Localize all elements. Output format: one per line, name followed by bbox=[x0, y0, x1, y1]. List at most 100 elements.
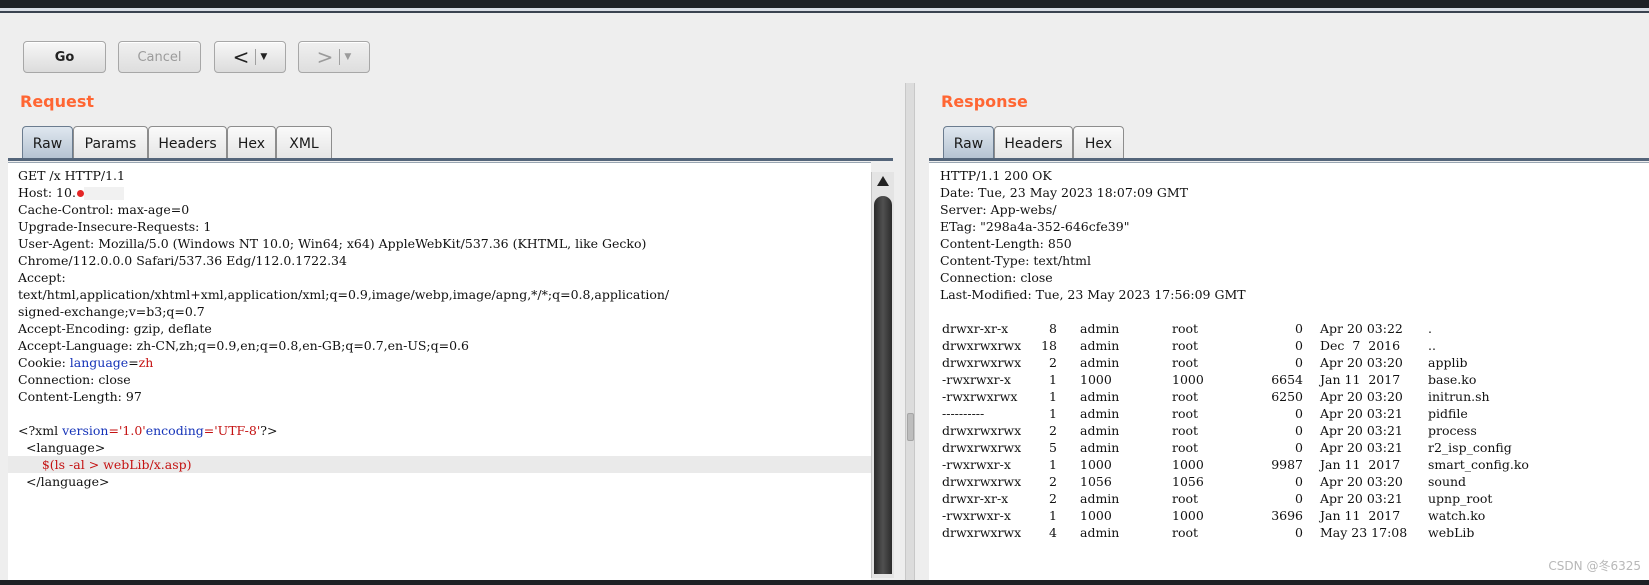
listing-owner: admin bbox=[1080, 440, 1120, 455]
listing-group: root bbox=[1172, 491, 1199, 506]
tab-hex[interactable]: Hex bbox=[1073, 126, 1124, 160]
request-line: Accept-Encoding: gzip, deflate bbox=[18, 321, 212, 336]
listing-size: 6654 bbox=[1271, 372, 1303, 387]
response-title: Response bbox=[941, 92, 1028, 111]
listing-perm: -rwxrwxr-x bbox=[942, 372, 1011, 387]
tab-raw[interactable]: Raw bbox=[943, 126, 994, 160]
redacted-region bbox=[83, 187, 124, 200]
request-title: Request bbox=[20, 92, 95, 111]
dropdown-arrow-icon[interactable]: ▼ bbox=[260, 52, 267, 62]
response-header-line: Content-Length: 850 bbox=[940, 236, 1072, 251]
forward-button[interactable]: > ▼ bbox=[298, 41, 370, 73]
listing-perm: -rwxrwxrwx bbox=[942, 389, 1018, 404]
listing-row: drwxr-xr-x 2 admin root 0 Apr 20 03:21 upnp_ro… bbox=[940, 490, 1640, 507]
listing-size: 0 bbox=[1295, 474, 1303, 489]
tab-params[interactable]: Params bbox=[73, 126, 148, 160]
listing-owner: admin bbox=[1080, 423, 1120, 438]
listing-links: 2 bbox=[1049, 423, 1057, 438]
listing-date: May 23 17:08 bbox=[1320, 525, 1408, 540]
listing-size: 6250 bbox=[1271, 389, 1303, 404]
listing-perm: -rwxrwxr-x bbox=[942, 508, 1011, 523]
request-line: signed-exchange;v=b3;q=0.7 bbox=[18, 304, 205, 319]
listing-name: watch.ko bbox=[1428, 508, 1486, 523]
tab-hex[interactable]: Hex bbox=[227, 126, 276, 160]
listing-links: 2 bbox=[1049, 491, 1057, 506]
tab-xml[interactable]: XML bbox=[276, 126, 332, 160]
listing-links: 8 bbox=[1049, 321, 1057, 336]
response-header-line: Connection: close bbox=[940, 270, 1053, 285]
listing-group: root bbox=[1172, 440, 1199, 455]
listing-name: .. bbox=[1428, 338, 1436, 353]
listing-owner: admin bbox=[1080, 355, 1120, 370]
request-line: Host: 10. bbox=[18, 184, 124, 201]
listing-size: 9987 bbox=[1271, 457, 1303, 472]
listing-owner: 1000 bbox=[1080, 457, 1112, 472]
response-header-line: Server: App-webs/ bbox=[940, 202, 1057, 217]
listing-name: pidfile bbox=[1428, 406, 1468, 421]
listing-group: 1000 bbox=[1172, 372, 1204, 387]
tab-raw[interactable]: Raw bbox=[22, 126, 73, 160]
listing-size: 0 bbox=[1295, 525, 1303, 540]
listing-links: 2 bbox=[1049, 355, 1057, 370]
listing-group: root bbox=[1172, 389, 1199, 404]
listing-date: Apr 20 03:20 bbox=[1320, 474, 1403, 489]
listing-owner: 1000 bbox=[1080, 508, 1112, 523]
listing-date: Apr 20 03:21 bbox=[1320, 423, 1403, 438]
cookie-label: Cookie: bbox=[18, 355, 66, 370]
xml-val-encoding: ='UTF-8' bbox=[203, 423, 261, 438]
listing-size: 0 bbox=[1295, 338, 1303, 353]
tab-headers[interactable]: Headers bbox=[148, 126, 227, 160]
go-button[interactable]: Go bbox=[23, 41, 106, 73]
payload-line: $(ls -al > webLib/x.asp) bbox=[8, 456, 871, 473]
response-editor[interactable]: HTTP/1.1 200 OK Date: Tue, 23 May 2023 1… bbox=[929, 162, 1649, 580]
xml-declaration: <?xml version='1.0'encoding='UTF-8'?> bbox=[18, 422, 277, 439]
tab-baseline bbox=[929, 158, 1649, 161]
cancel-button[interactable]: Cancel bbox=[118, 41, 201, 73]
listing-links: 1 bbox=[1049, 508, 1057, 523]
listing-perm: -rwxrwxr-x bbox=[942, 457, 1011, 472]
button-separator bbox=[339, 49, 341, 65]
listing-row: drwxrwxrwx 5 admin root 0 Apr 20 03:21 r2_isp_… bbox=[940, 439, 1640, 456]
listing-perm: drwxrwxrwx bbox=[942, 525, 1022, 540]
response-header-line: ETag: "298a4a-352-646cfe39" bbox=[940, 219, 1130, 234]
listing-owner: 1000 bbox=[1080, 372, 1112, 387]
dropdown-arrow-icon[interactable]: ▼ bbox=[344, 52, 351, 62]
request-line: Chrome/112.0.0.0 Safari/537.36 Edg/112.0… bbox=[18, 253, 347, 268]
request-line: Accept-Language: zh-CN,zh;q=0.9,en;q=0.8… bbox=[18, 338, 469, 353]
listing-links: 2 bbox=[1049, 474, 1057, 489]
request-line: Accept: bbox=[18, 270, 66, 285]
listing-size: 0 bbox=[1295, 406, 1303, 421]
request-line: text/html,application/xhtml+xml,applicat… bbox=[18, 287, 670, 302]
listing-row: drwxrwxrwx 4 admin root 0 May 23 17:08 webLib bbox=[940, 524, 1640, 541]
listing-group: root bbox=[1172, 406, 1199, 421]
request-scrollbar[interactable] bbox=[871, 172, 894, 578]
listing-owner: 1056 bbox=[1080, 474, 1112, 489]
listing-group: root bbox=[1172, 423, 1199, 438]
response-header-line: Last-Modified: Tue, 23 May 2023 17:56:09… bbox=[940, 287, 1246, 302]
xml-close-tag: </language> bbox=[18, 474, 110, 489]
listing-date: Apr 20 03:21 bbox=[1320, 491, 1403, 506]
request-editor[interactable]: GET /x HTTP/1.1 Host: 10. Cache-Control:… bbox=[8, 162, 871, 580]
listing-size: 0 bbox=[1295, 491, 1303, 506]
listing-group: root bbox=[1172, 525, 1199, 540]
listing-size: 0 bbox=[1295, 440, 1303, 455]
tab-headers[interactable]: Headers bbox=[994, 126, 1073, 160]
pane-splitter[interactable] bbox=[905, 83, 915, 580]
listing-perm: drwxr-xr-x bbox=[942, 491, 1009, 506]
listing-owner: admin bbox=[1080, 338, 1120, 353]
tab-baseline bbox=[8, 158, 893, 161]
scroll-thumb[interactable] bbox=[874, 196, 892, 574]
button-separator bbox=[255, 49, 257, 65]
scroll-up-arrow-icon[interactable] bbox=[877, 176, 889, 186]
splitter-grip[interactable] bbox=[907, 413, 914, 441]
listing-group: root bbox=[1172, 355, 1199, 370]
listing-name: initrun.sh bbox=[1428, 389, 1490, 404]
listing-owner: admin bbox=[1080, 406, 1120, 421]
back-button[interactable]: < ▼ bbox=[214, 41, 286, 73]
listing-date: Jan 11 2017 bbox=[1320, 508, 1401, 523]
listing-name: upnp_root bbox=[1428, 491, 1493, 506]
listing-name: applib bbox=[1428, 355, 1468, 370]
listing-date: Apr 20 03:20 bbox=[1320, 355, 1403, 370]
xml-decl-suffix: ?> bbox=[260, 423, 278, 438]
chevron-right-icon: > bbox=[316, 45, 334, 69]
